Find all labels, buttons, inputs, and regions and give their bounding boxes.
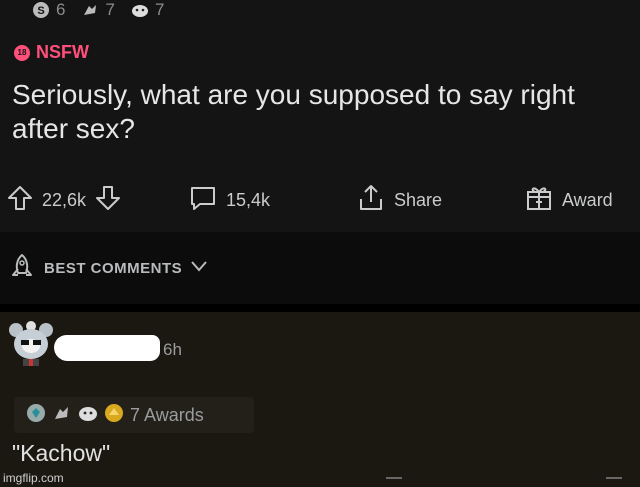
vote-group: 22,6k bbox=[6, 180, 122, 220]
face-award-icon bbox=[78, 403, 98, 428]
hands-award-icon bbox=[81, 1, 99, 19]
chevron-down-icon bbox=[190, 259, 208, 277]
award-button[interactable]: Award bbox=[524, 180, 613, 220]
award-count: 7 bbox=[105, 0, 115, 19]
comment-count: 15,4k bbox=[226, 189, 271, 210]
silver-award-icon: S bbox=[32, 1, 50, 19]
face-award-icon bbox=[131, 1, 149, 19]
gold-award-icon bbox=[104, 403, 124, 428]
avatar[interactable] bbox=[6, 318, 56, 368]
post-awards-row[interactable]: S 6 7 7 bbox=[32, 0, 174, 20]
cutoff-indicator bbox=[386, 477, 402, 485]
nsfw-label: NSFW bbox=[36, 42, 89, 62]
nsfw-tag: 18 NSFW bbox=[14, 42, 89, 63]
svg-text:S: S bbox=[37, 5, 44, 17]
post-action-bar: 22,6k 15,4k Share Award bbox=[0, 180, 640, 220]
hands-award-icon bbox=[52, 403, 72, 428]
comment-timestamp: 6h bbox=[163, 340, 182, 359]
post-title[interactable]: Seriously, what are you supposed to say … bbox=[12, 78, 622, 146]
comment-awards[interactable]: 7 Awards bbox=[14, 397, 254, 433]
awards-count-label: 7 Awards bbox=[130, 404, 204, 425]
upvote-count: 22,6k bbox=[42, 189, 87, 210]
diamond-award-icon bbox=[26, 403, 46, 428]
sort-label: BEST COMMENTS bbox=[44, 259, 183, 277]
gift-icon bbox=[524, 183, 554, 218]
share-icon bbox=[356, 183, 386, 218]
comment-bubble-icon bbox=[188, 183, 218, 218]
award-count: 6 bbox=[56, 0, 66, 19]
watermark: imgflip.com bbox=[3, 471, 64, 485]
downvote-icon[interactable] bbox=[94, 184, 122, 217]
share-label: Share bbox=[394, 189, 443, 210]
sort-comments-dropdown[interactable]: BEST COMMENTS bbox=[8, 252, 208, 284]
upvote-icon[interactable] bbox=[6, 184, 34, 217]
share-button[interactable]: Share bbox=[356, 180, 442, 220]
cutoff-indicator bbox=[606, 477, 622, 485]
comment-body: "Kachow" bbox=[12, 440, 111, 466]
award-label: Award bbox=[562, 189, 613, 210]
award-count: 7 bbox=[154, 0, 165, 19]
rocket-icon bbox=[8, 252, 36, 284]
nsfw-badge-icon: 18 bbox=[14, 44, 30, 61]
comments-button[interactable]: 15,4k bbox=[188, 180, 270, 220]
redacted-username bbox=[54, 335, 160, 361]
